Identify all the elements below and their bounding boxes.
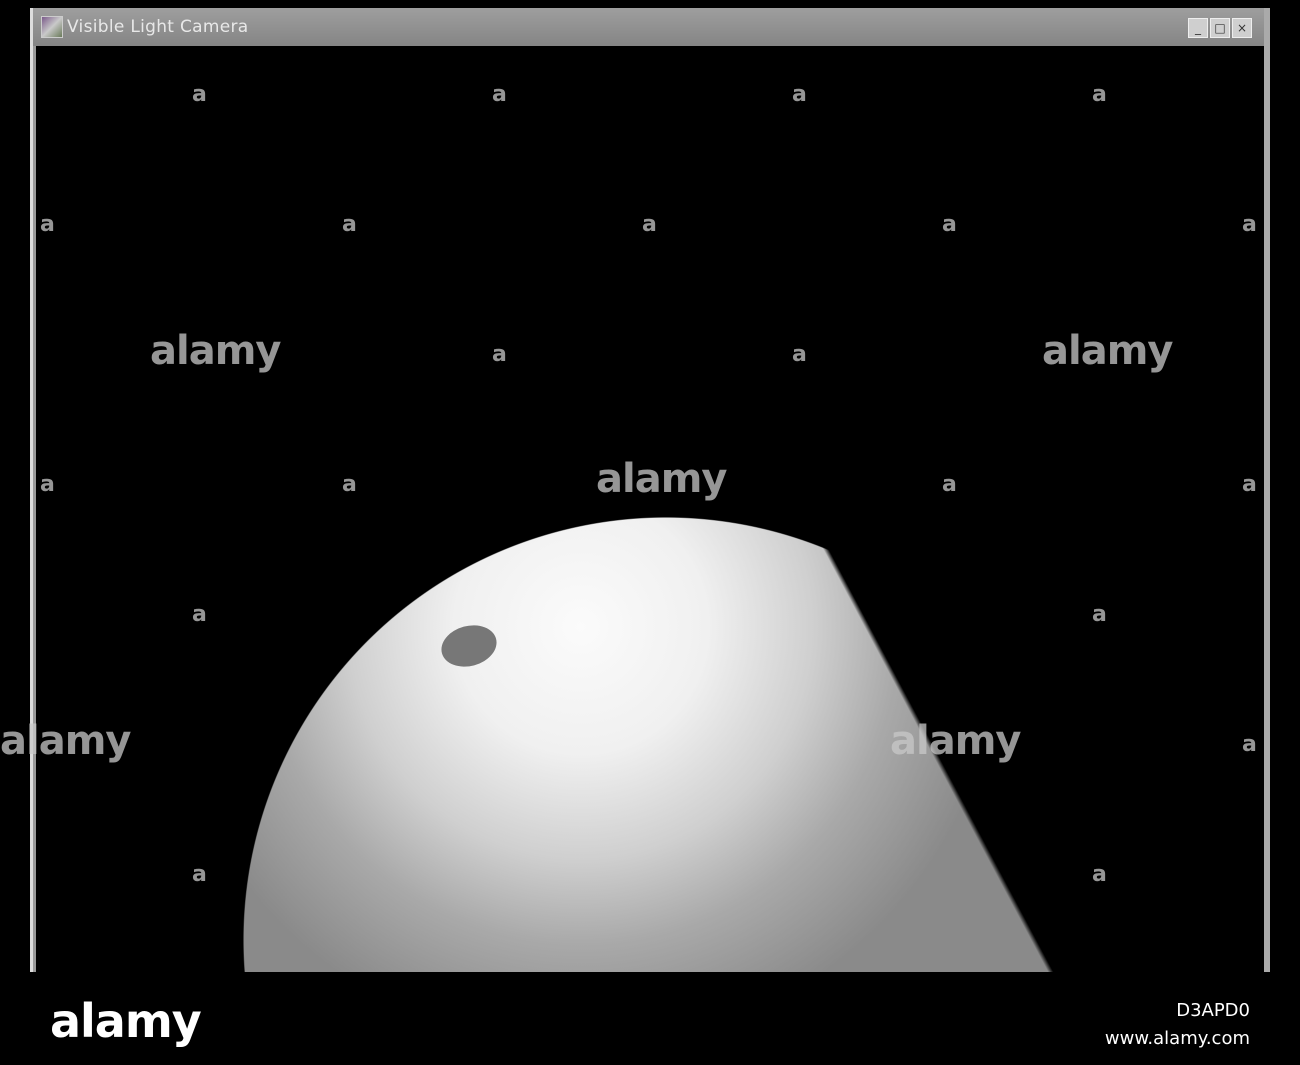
watermark: alamy bbox=[596, 456, 727, 502]
watermark: alamy bbox=[1042, 328, 1173, 374]
watermark-small: a bbox=[492, 342, 507, 367]
watermark-small: a bbox=[342, 472, 357, 497]
watermark-small: a bbox=[342, 212, 357, 237]
watermark-small: a bbox=[192, 602, 207, 627]
image-id: D3APD0 bbox=[1176, 1000, 1250, 1021]
app-icon[interactable] bbox=[41, 16, 63, 38]
watermark: alamy bbox=[0, 718, 131, 764]
watermark-small: a bbox=[642, 212, 657, 237]
window-title: Visible Light Camera bbox=[67, 17, 249, 37]
watermark-small: a bbox=[1242, 472, 1257, 497]
watermark-small: a bbox=[792, 342, 807, 367]
minimize-button[interactable]: _ bbox=[1188, 18, 1208, 38]
footer-bar: alamy D3APD0 www.alamy.com bbox=[0, 972, 1300, 1065]
watermark-small: a bbox=[192, 82, 207, 107]
watermark-small: a bbox=[1242, 732, 1257, 757]
watermark: alamy bbox=[890, 718, 1021, 764]
watermark-small: a bbox=[40, 212, 55, 237]
maximize-button[interactable]: □ bbox=[1210, 18, 1230, 38]
watermark-small: a bbox=[492, 82, 507, 107]
watermark-small: a bbox=[1242, 212, 1257, 237]
watermark: alamy bbox=[150, 328, 281, 374]
watermark-small: a bbox=[192, 862, 207, 887]
watermark-small: a bbox=[1092, 82, 1107, 107]
title-bar[interactable]: Visible Light Camera _ □ × bbox=[33, 8, 1264, 46]
watermark-small: a bbox=[792, 82, 807, 107]
watermark-small: a bbox=[40, 472, 55, 497]
site-url: www.alamy.com bbox=[1104, 1028, 1250, 1049]
alamy-logo: alamy bbox=[50, 994, 202, 1048]
watermark-small: a bbox=[1092, 862, 1107, 887]
camera-view bbox=[36, 46, 1264, 972]
watermark-small: a bbox=[1092, 602, 1107, 627]
watermark-small: a bbox=[942, 212, 957, 237]
close-button[interactable]: × bbox=[1232, 18, 1252, 38]
watermark-small: a bbox=[942, 472, 957, 497]
